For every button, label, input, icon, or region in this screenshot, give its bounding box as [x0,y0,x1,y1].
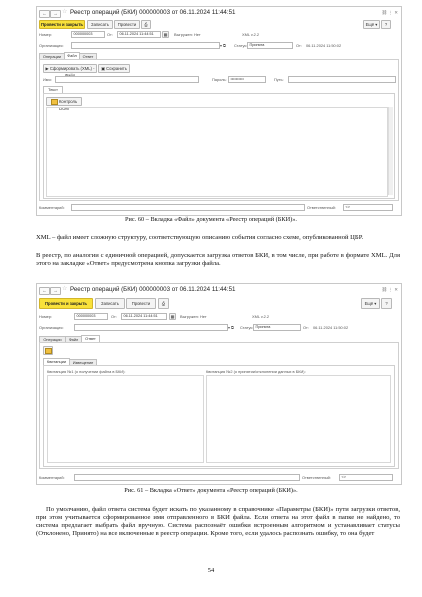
screenshot-answer-tab: ← → ☆ Реестр операций (БКИ) 000000003 от… [36,283,402,485]
save-file-button[interactable]: ▣ Сохранить [98,64,130,73]
organization-label: Организация: [39,43,64,48]
receipt-2-area[interactable] [206,375,391,463]
help-button[interactable]: ? [381,298,392,309]
print-icon[interactable]: ⎙ [158,298,169,309]
file-tab-panel: ▶ Сформировать (XML) - Файл ▣ Сохранить … [39,59,399,201]
text-subpanel: Контроль DOM [43,93,395,199]
path-field[interactable] [288,76,396,83]
name-label: Имя: [43,77,52,82]
number-label: Номер: [39,32,53,37]
status-date: 06.11.2024 11:50:02 [313,325,349,330]
date-field[interactable]: 06.11.2024 11:44:51 [121,313,167,320]
more-button[interactable]: Ещё ▾ [363,20,380,29]
post-and-close-button[interactable]: Провести и закрыть [39,298,93,309]
status-field[interactable]: Принята [247,42,293,49]
org-select-icons[interactable]: ▾ ⧉ [228,325,234,330]
post-button[interactable]: Провести [126,298,156,309]
number-field[interactable]: 000000003 [71,31,105,38]
responsible-label: Ответственный: [302,475,331,480]
number-label: Номер: [39,314,53,319]
status-label: Статус: [240,325,254,330]
xml-version: XML v.2.2 [252,314,270,319]
password-field[interactable]: •••••••••• [228,76,266,83]
folder-icon [44,347,52,354]
paragraph-default-search: По умолчанию, файл ответа система будет … [36,506,400,537]
forward-button[interactable]: → [50,10,61,18]
xml-text-area[interactable] [46,107,388,197]
figure-60-caption: Рис. 60 – Вкладка «Файл» документа «Реес… [125,216,297,223]
status-field[interactable]: Принята [253,324,301,331]
org-select-icons[interactable]: ▾ ⧉ [220,43,226,48]
post-and-close-button[interactable]: Провести и закрыть [39,20,85,29]
status-label: Статус: [234,43,248,48]
header-icons[interactable]: ⛓ ⋮ ✕ [382,287,398,293]
receipts-subpanel: Квитанция №1 (о получении файла в БКИ): … [43,365,395,467]
screenshot-file-tab: ← → ☆ Реестр операций (БКИ) 000000003 от… [36,6,402,216]
xml-version: XML v.2.2 [242,32,260,37]
organization-field[interactable] [74,324,228,331]
generate-xml-button[interactable]: ▶ Сформировать (XML) - Файл [43,64,97,78]
forward-button[interactable]: → [50,287,61,295]
back-button[interactable]: ← [39,10,50,18]
number-field[interactable]: 000000003 [74,313,108,320]
dom-icon [50,98,58,105]
scrollbar[interactable] [388,107,393,195]
calendar-icon[interactable]: ▦ [169,312,176,320]
back-button[interactable]: ← [39,287,50,295]
password-label: Пароль: [212,77,227,82]
header-icons[interactable]: ⛓ ⋮ ✕ [382,10,398,16]
uploaded-status: Выгружен: Нет [180,314,207,319]
paragraph-registry: В реестр, по аналогии с единичной операц… [36,252,400,267]
status-date-label: От: [296,43,302,48]
post-button[interactable]: Провести [114,20,140,29]
uploaded-status: Выгружен: Нет [174,32,201,37]
responsible-field[interactable]: <> [339,474,393,481]
load-answer-button[interactable] [43,346,53,355]
paragraph-xml: XML – файл имеет сложную структуру, соот… [36,234,364,241]
comment-field[interactable] [71,204,305,211]
status-date: 06.11.2024 11:50:02 [306,43,342,48]
name-field[interactable] [55,76,199,83]
window-title: Реестр операций (БКИ) 000000003 от 06.11… [70,286,236,293]
more-button[interactable]: Ещё ▾ [361,298,380,309]
date-field[interactable]: 06.11.2024 11:44:51 [117,31,161,38]
responsible-field[interactable]: <> [343,204,393,211]
page-number: 54 [207,567,215,574]
comment-field[interactable] [74,474,300,481]
print-icon[interactable]: ⎙ [141,20,151,29]
status-date-label: От: [303,325,309,330]
help-button[interactable]: ? [381,20,391,29]
calendar-icon[interactable]: ▦ [162,30,169,38]
comment-label: Комментарий: [39,475,65,480]
organization-label: Организация: [39,325,64,330]
date-label: От: [107,32,113,37]
receipt-1-area[interactable] [47,375,204,463]
responsible-label: Ответственный: [307,205,336,210]
date-label: От: [111,314,117,319]
receipt-2-label: Квитанция №2 (о принятии/отклонении данн… [206,369,306,374]
answer-tab-panel: Квитанции Извещение Квитанция №1 (о полу… [39,342,399,469]
figure-61-caption: Рис. 61 – Вкладка «Ответ» документа «Рее… [124,487,298,494]
save-button[interactable]: Записать [95,298,125,309]
favorite-star-icon[interactable]: ☆ [62,8,67,15]
receipt-1-label: Квитанция №1 (о получении файла в БКИ): [47,369,126,374]
save-button[interactable]: Записать [87,20,113,29]
comment-label: Комментарий: [39,205,65,210]
favorite-star-icon[interactable]: ☆ [62,285,67,292]
path-label: Путь: [274,77,284,82]
organization-field[interactable] [71,42,220,49]
dom-control-button[interactable]: Контроль DOM [46,97,82,111]
window-title: Реестр операций (БКИ) 000000003 от 06.11… [70,9,236,16]
